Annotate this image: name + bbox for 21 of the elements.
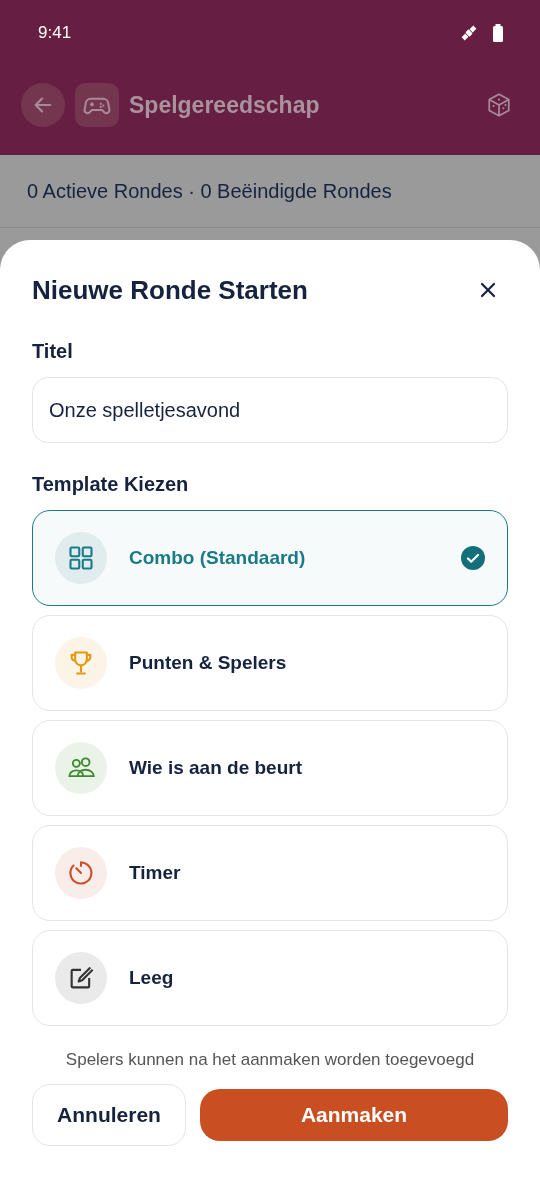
template-option[interactable]: Combo (Standaard) — [32, 510, 508, 606]
check-icon — [461, 546, 485, 570]
title-input[interactable]: Onze spelletjesavond — [32, 377, 508, 443]
template-option[interactable]: Punten & Spelers — [32, 615, 508, 711]
back-button[interactable] — [21, 83, 65, 127]
cancel-button[interactable]: Annuleren — [32, 1084, 186, 1146]
dice-icon[interactable] — [486, 92, 512, 118]
hint-text: Spelers kunnen na het aanmaken worden toegevoegd — [64, 1050, 476, 1070]
template-option[interactable]: Wie is aan de beurt — [32, 720, 508, 816]
app-title: Spelgereedschap — [129, 91, 321, 119]
create-button[interactable]: Aanmaken — [200, 1089, 508, 1141]
rounds-summary: 0 Actieve Rondes · 0 Beëindigde Rondes — [27, 179, 392, 203]
sheet-title: Nieuwe Ronde Starten — [32, 274, 308, 306]
field-label: Titel — [32, 340, 74, 363]
template-option[interactable]: Timer — [32, 825, 508, 921]
battery-icon — [492, 24, 504, 42]
section-label: Template Kiezen — [32, 473, 190, 496]
satellite-icon — [460, 24, 478, 42]
template-option[interactable]: Leeg — [32, 930, 508, 1026]
close-icon — [480, 282, 496, 298]
status-time: 9:41 — [38, 23, 72, 43]
